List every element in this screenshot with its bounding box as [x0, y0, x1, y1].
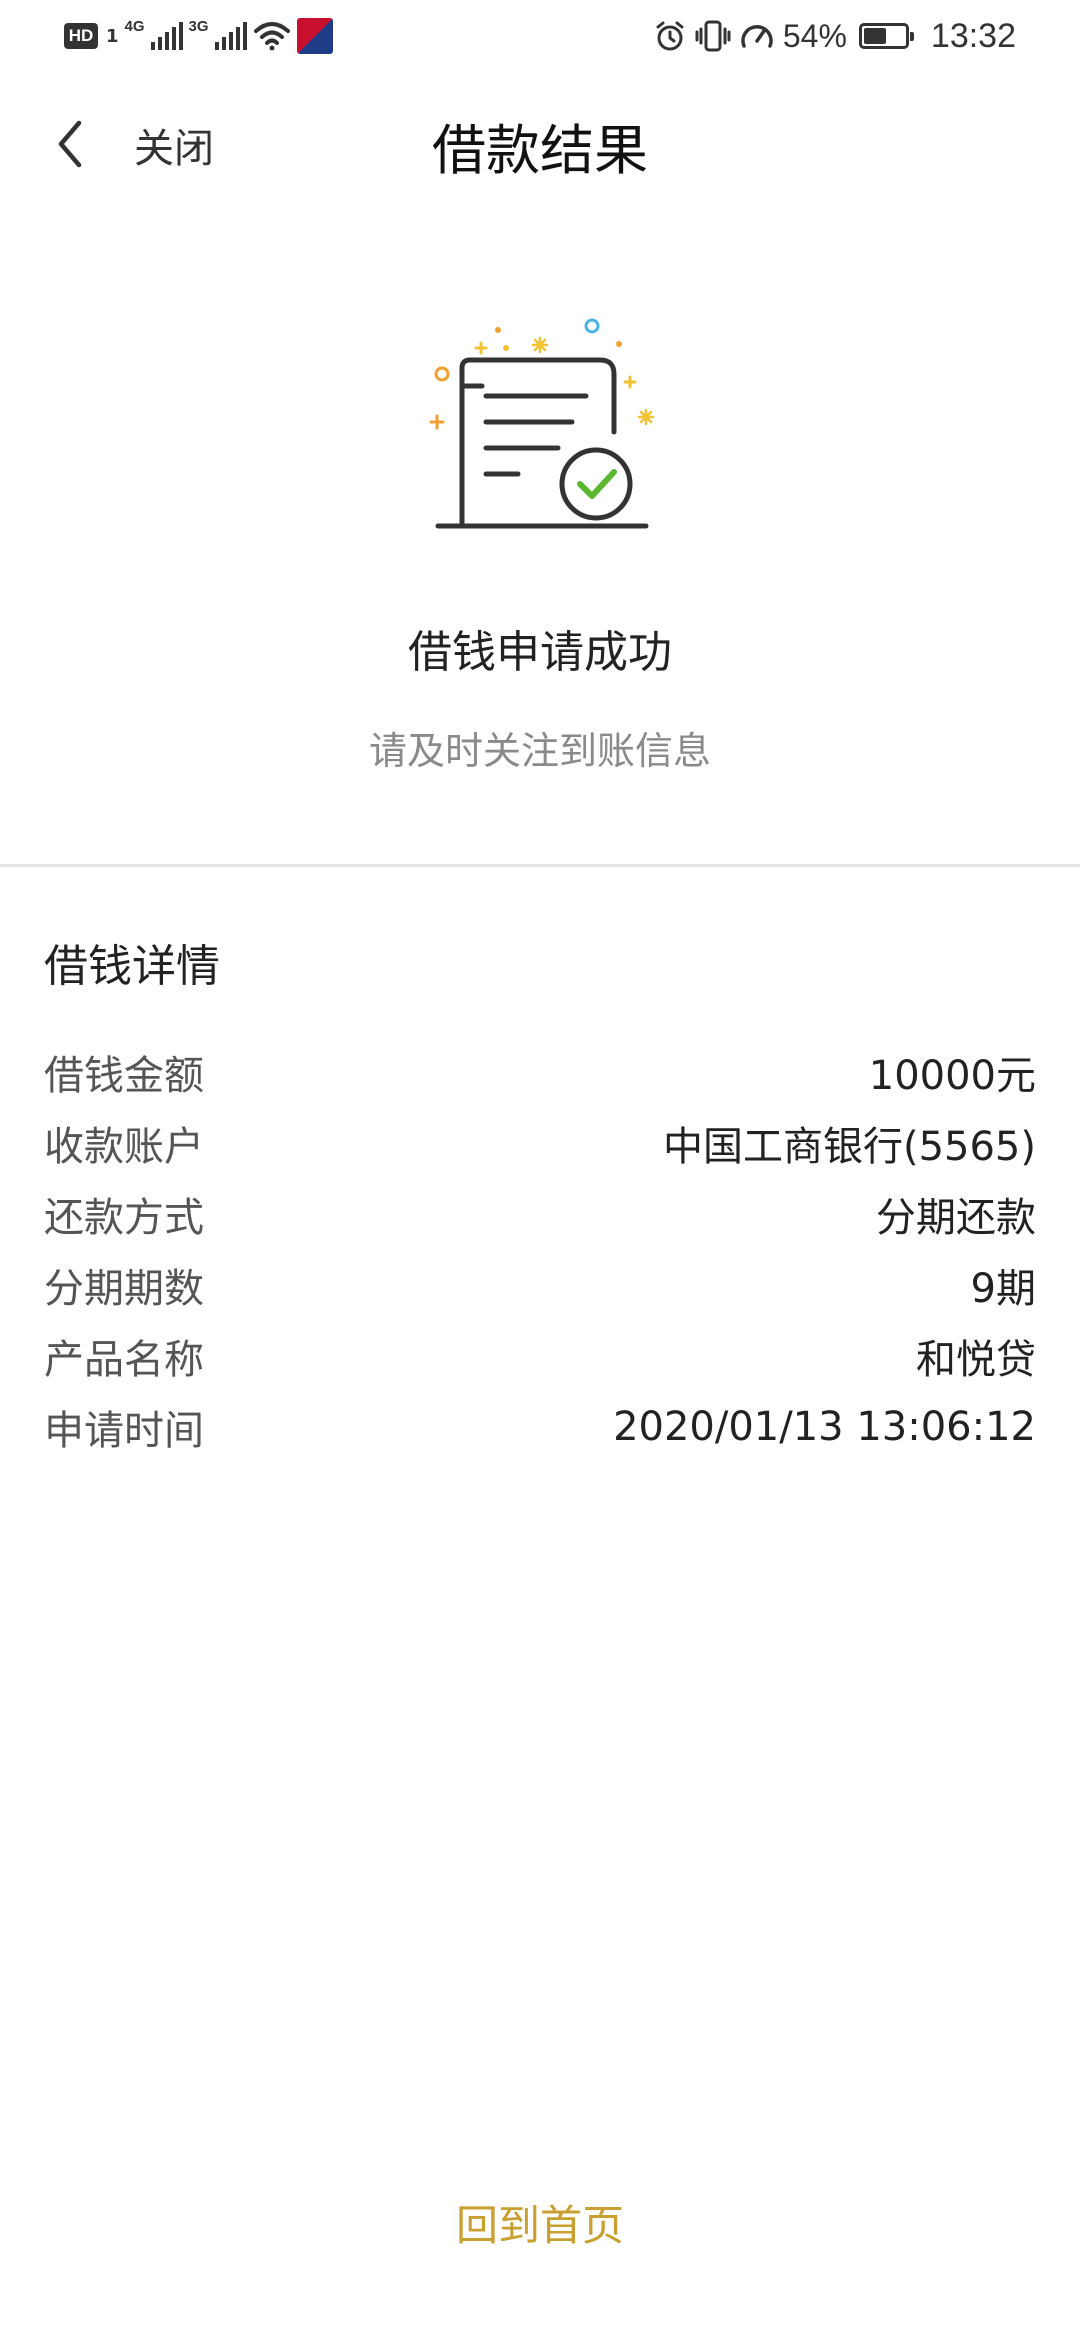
confetti-plus-1	[474, 341, 488, 355]
detail-value: 9期	[970, 1265, 1036, 1312]
detail-row-account: 收款账户 中国工商银行(5565)	[44, 1107, 1036, 1178]
confetti-dot-2	[503, 345, 509, 351]
detail-row-amount: 借钱金额 10000元	[44, 1036, 1036, 1107]
status-bar: HD 1 4G 3G 54% 13:32	[0, 0, 1080, 76]
detail-value: 分期还款	[876, 1194, 1036, 1241]
detail-row-product: 产品名称 和悦贷	[44, 1320, 1036, 1391]
confetti-dot-1	[495, 327, 501, 333]
detail-label: 分期期数	[44, 1265, 204, 1312]
detail-label: 还款方式	[44, 1194, 204, 1241]
network-type-1: 4G	[124, 17, 145, 35]
detail-label: 借钱金额	[44, 1052, 204, 1099]
battery-icon	[858, 23, 914, 49]
detail-label: 收款账户	[44, 1123, 204, 1170]
hd-badge: HD	[64, 23, 98, 49]
result-title: 借钱申请成功	[408, 627, 672, 678]
detail-row-apply-time: 申请时间 2020/01/13 13:06:12	[44, 1391, 1036, 1462]
section-divider	[0, 864, 1080, 867]
sim-number: 1	[106, 25, 119, 47]
confetti-circle-blue	[584, 318, 600, 334]
confetti-circle-orange	[434, 366, 450, 382]
status-bar-right: 54% 13:32	[653, 16, 1016, 56]
wifi-icon	[253, 22, 290, 51]
status-time: 13:32	[930, 16, 1016, 55]
confetti-plus-3	[623, 375, 637, 389]
detail-label: 产品名称	[44, 1336, 204, 1383]
network-type-2: 3G	[188, 17, 209, 35]
speed-icon	[741, 25, 773, 48]
detail-label: 申请时间	[44, 1407, 204, 1454]
back-to-home-button[interactable]: 回到首页	[0, 2192, 1080, 2253]
page-title: 借款结果	[432, 119, 648, 182]
confetti-dot-3	[616, 341, 622, 347]
detail-row-repayment-method: 还款方式 分期还款	[44, 1178, 1036, 1249]
detail-value: 10000元	[868, 1052, 1036, 1099]
detail-value: 中国工商银行(5565)	[662, 1123, 1036, 1170]
details-list: 借钱金额 10000元 收款账户 中国工商银行(5565) 还款方式 分期还款 …	[44, 1036, 1036, 1462]
alarm-icon	[656, 21, 684, 51]
vibrate-icon	[695, 20, 731, 52]
detail-row-installments: 分期期数 9期	[44, 1249, 1036, 1320]
app-notification-icon	[296, 18, 333, 54]
details-title: 借钱详情	[44, 941, 220, 992]
status-bar-left: HD 1 4G 3G	[64, 16, 333, 56]
signal-icon	[150, 22, 183, 50]
confetti-plus-2	[429, 414, 445, 430]
confetti-sparkle-1	[531, 336, 549, 354]
nav-bar: 关闭 借款结果	[0, 76, 1080, 212]
battery-percent: 54%	[782, 17, 847, 54]
check-badge	[559, 447, 633, 521]
battery-fill	[863, 28, 886, 44]
success-document-icon	[429, 318, 655, 529]
confetti-sparkle-2	[637, 408, 655, 426]
signal-icon-2	[214, 22, 247, 50]
result-subtitle: 请及时关注到账信息	[368, 729, 711, 773]
detail-value: 和悦贷	[916, 1336, 1036, 1383]
detail-value: 2020/01/13 13:06:12	[613, 1403, 1036, 1450]
